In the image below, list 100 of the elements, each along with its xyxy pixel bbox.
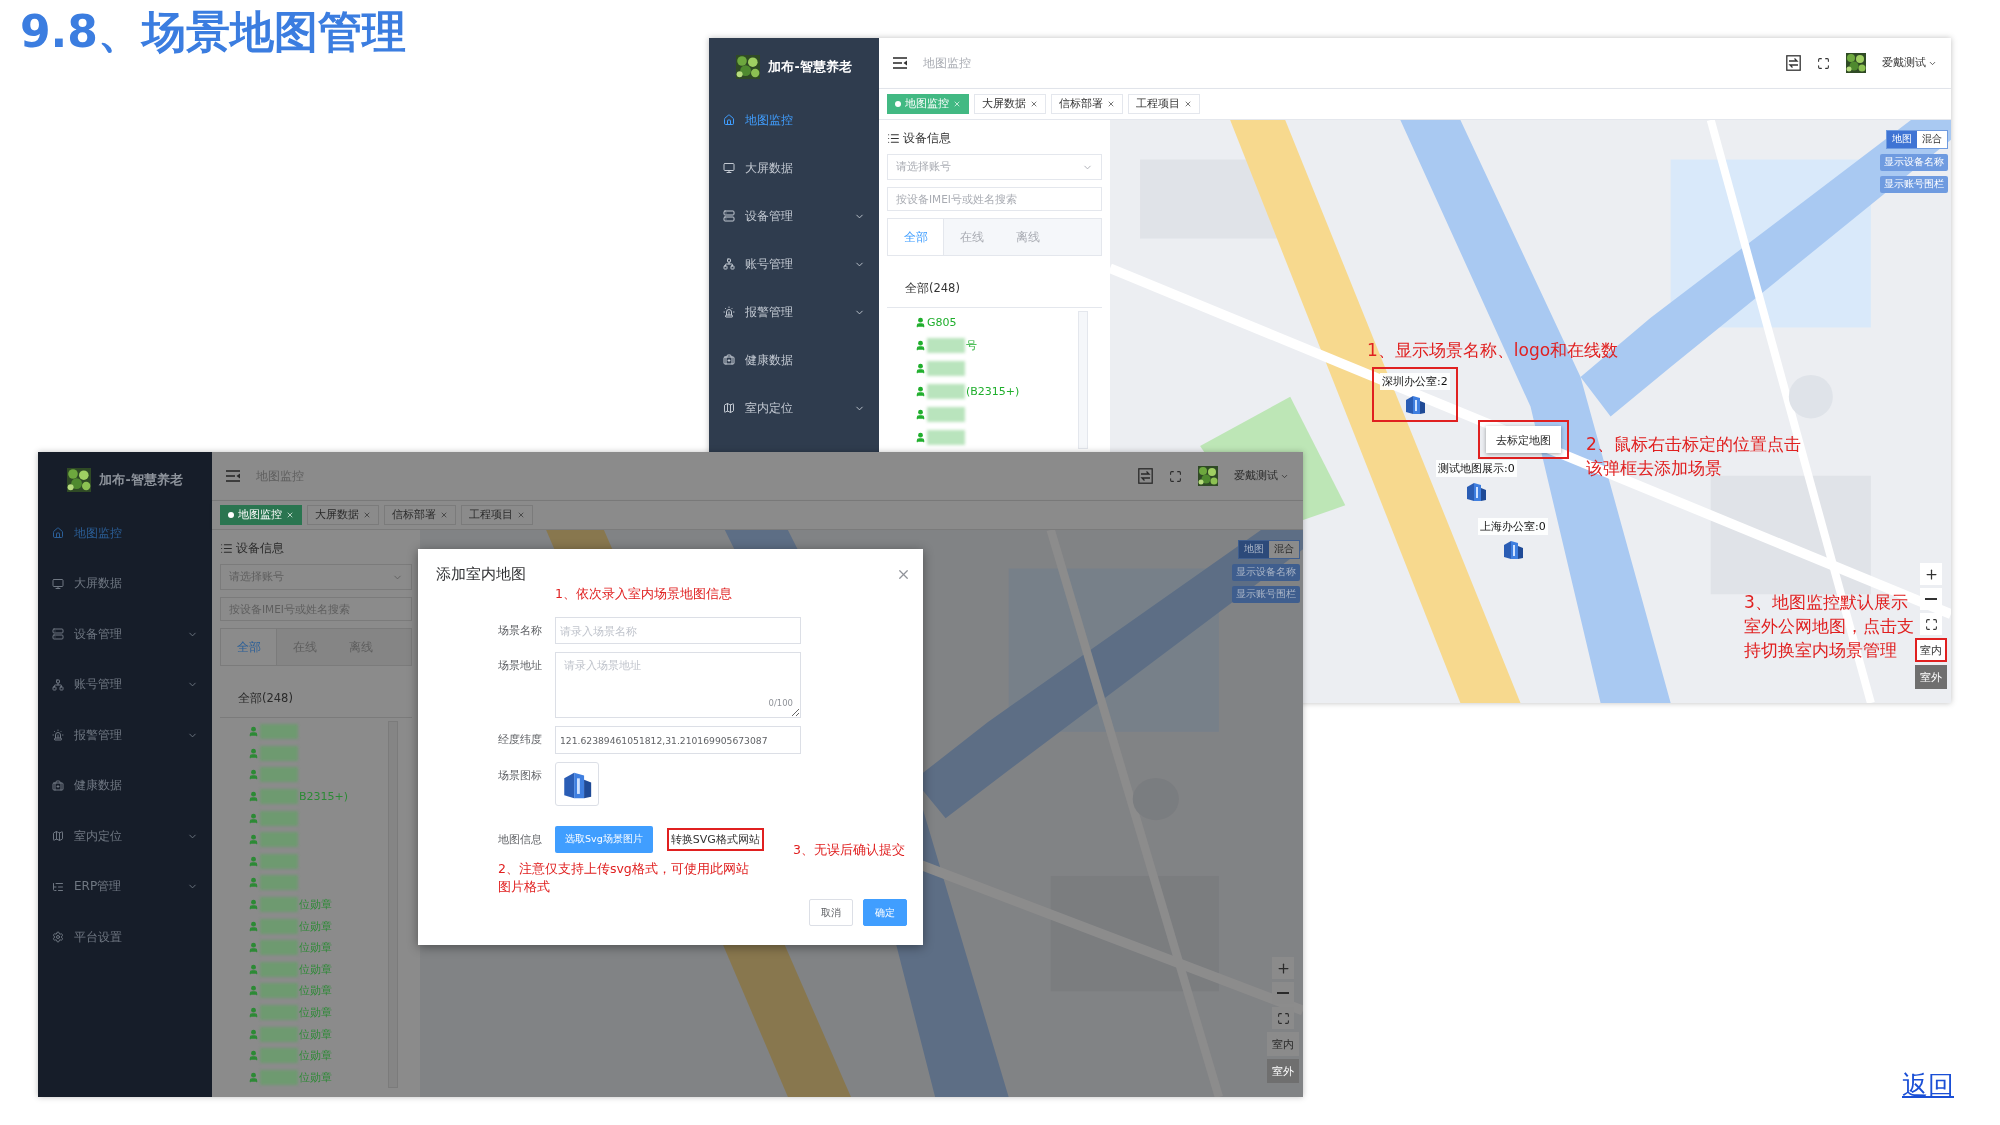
siren-icon — [723, 306, 735, 318]
user-icon — [915, 386, 926, 397]
monitor-icon — [723, 162, 735, 174]
account-select[interactable]: 请选择账号 — [887, 154, 1102, 180]
user-icon — [248, 855, 259, 867]
view-button[interactable]: 室内 — [1267, 1032, 1299, 1056]
close-icon[interactable] — [1030, 100, 1038, 108]
field-label: 地图信息 — [498, 832, 543, 848]
user-icon — [248, 812, 259, 824]
user-icon — [248, 1028, 259, 1040]
switch-icon[interactable] — [1786, 55, 1801, 71]
sidebar-item[interactable]: 设备管理 — [709, 192, 879, 240]
user-icon — [248, 791, 259, 803]
user-icon — [915, 363, 926, 374]
group-label: 全部(248) — [238, 691, 293, 706]
annotation-text: 1、依次录入室内场景地图信息 — [555, 585, 733, 603]
tab[interactable]: 信标部署 — [1051, 94, 1123, 114]
close-icon[interactable] — [1184, 100, 1192, 108]
user-icon — [248, 1071, 259, 1083]
link[interactable]: 转换SVG格式网站 — [666, 828, 764, 851]
field-label: 场景名称 — [498, 623, 543, 639]
menu-fold-icon[interactable] — [893, 57, 907, 69]
back-link[interactable]: 返回 — [1902, 1068, 1954, 1103]
user-icon — [248, 769, 259, 781]
tab[interactable]: 工程项目 — [461, 505, 533, 525]
sidebar-item[interactable]: 大屏数据 — [38, 558, 212, 609]
list-icon — [887, 132, 900, 145]
user-icon — [248, 1007, 259, 1018]
filter-tab[interactable]: 离线 — [1000, 219, 1056, 255]
siren-icon — [52, 729, 64, 742]
close-icon[interactable] — [440, 511, 448, 519]
tab[interactable]: 信标部署 — [384, 505, 456, 525]
page-title: 9.8、场景地图管理 — [20, 5, 406, 59]
fullscreen-button[interactable] — [1272, 1007, 1294, 1029]
field-label: 场景图标 — [498, 768, 543, 784]
list-tree-icon — [52, 880, 64, 893]
tab[interactable]: 大屏数据 — [974, 94, 1046, 114]
minus-icon — [1277, 992, 1289, 994]
app-name: 加布-智慧养老 — [768, 58, 852, 76]
tab[interactable]: 大屏数据 — [307, 505, 379, 525]
medical-case-icon — [52, 779, 64, 792]
field-label: 场景地址 — [498, 658, 543, 674]
dot-icon — [895, 101, 901, 107]
upload-button[interactable]: 选取Svg场景图片 — [555, 826, 653, 853]
sidebar-item[interactable]: 地图监控 — [709, 96, 879, 144]
filter-tab[interactable]: 全部 — [888, 219, 944, 255]
sidebar-item[interactable]: 平台设置 — [38, 912, 212, 963]
filter-tab[interactable]: 在线 — [944, 219, 1000, 255]
tab[interactable]: 地图监控 — [220, 505, 302, 525]
user-icon — [248, 1050, 259, 1062]
sidebar-item[interactable]: 室内定位 — [38, 811, 212, 862]
sidebar-item[interactable]: 健康数据 — [38, 760, 212, 811]
user-icon — [248, 726, 259, 738]
user-icon — [248, 985, 259, 997]
user-icon — [248, 834, 259, 846]
sidebar-item[interactable]: 报警管理 — [38, 710, 212, 761]
close-icon[interactable] — [363, 511, 371, 519]
sidebar-item[interactable]: 室内定位 — [709, 384, 879, 432]
panel-title: 设备信息 — [236, 540, 284, 557]
field-label: 经度纬度 — [498, 732, 543, 748]
user-icon — [915, 409, 926, 420]
device-item[interactable]: (B2315+) — [915, 380, 1020, 403]
list-icon — [220, 542, 233, 555]
sidebar-item[interactable]: ERP管理 — [38, 861, 212, 912]
house-icon — [52, 527, 64, 540]
user-icon — [248, 963, 259, 975]
user-icon — [248, 920, 259, 932]
tab[interactable]: 地图监控 — [887, 94, 969, 114]
close-icon[interactable] — [1107, 100, 1115, 108]
network-icon — [723, 258, 735, 270]
sidebar-item[interactable]: 地图监控 — [38, 508, 212, 559]
device-item[interactable]: G805 — [915, 311, 957, 334]
dialog-title: 添加室内地图 — [436, 565, 526, 584]
annotation-text: 2、注意仅支持上传svg格式，可使用此网站图片格式 — [498, 860, 750, 895]
plus-icon — [1275, 960, 1291, 976]
sidebar-item[interactable]: 设备管理 — [38, 609, 212, 660]
user-icon — [248, 942, 259, 954]
sidebar-item[interactable]: 账号管理 — [709, 240, 879, 288]
device-item[interactable]: 号 — [915, 334, 977, 357]
image-upload[interactable] — [555, 762, 599, 806]
monitor-icon — [52, 577, 64, 590]
fullscreen-icon — [1276, 1011, 1290, 1025]
panel-title: 设备信息 — [903, 130, 951, 147]
annotation-text: 3、无误后确认提交 — [793, 841, 906, 859]
cancel-button[interactable]: 取消 — [809, 899, 853, 926]
user-menu[interactable]: 爱戴测试 — [1882, 56, 1937, 70]
confirm-button[interactable]: 确定 — [863, 899, 907, 926]
user-icon — [915, 432, 926, 443]
server-icon — [52, 628, 64, 641]
filter-tab[interactable]: 全部 — [221, 629, 277, 665]
close-icon[interactable] — [517, 511, 525, 519]
sidebar-item[interactable]: 报警管理 — [709, 288, 879, 336]
text-field[interactable]: 121.62389461051812,31.210169905673087 — [555, 726, 801, 754]
sidebar-item[interactable]: 账号管理 — [38, 659, 212, 710]
fullscreen-icon[interactable] — [1817, 56, 1830, 70]
sidebar-item[interactable]: 大屏数据 — [709, 144, 879, 192]
sidebar-item[interactable]: 健康数据 — [709, 336, 879, 384]
close-button[interactable] — [896, 567, 911, 582]
tab[interactable]: 工程项目 — [1128, 94, 1200, 114]
user-icon — [915, 317, 926, 328]
